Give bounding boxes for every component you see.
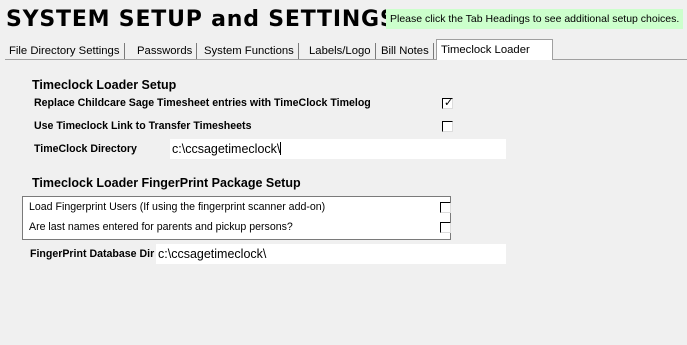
timeclock-directory-label: TimeClock Directory (34, 143, 137, 155)
last-names-checkbox[interactable] (440, 222, 451, 233)
timeclock-directory-value: c:\ccsagetimeclock\ (172, 142, 281, 156)
tab-bill-notes[interactable]: Bill Notes (377, 43, 434, 60)
page-title: SYSTEM SETUP and SETTINGS (6, 7, 397, 32)
fingerprint-setup-heading: Timeclock Loader FingerPrint Package Set… (32, 176, 301, 190)
load-fingerprint-users-label: Load Fingerprint Users (If using the fin… (29, 201, 326, 213)
tab-passwords[interactable]: Passwords (133, 43, 198, 60)
last-names-label: Are last names entered for parents and p… (29, 221, 293, 233)
text-caret (280, 142, 282, 155)
tab-timeclock-loader[interactable]: Timeclock Loader (436, 39, 553, 60)
checkmark-icon: ✓ (444, 97, 454, 109)
replace-entries-checkbox[interactable]: ✓ (442, 97, 454, 109)
load-fingerprint-users-checkbox[interactable] (440, 202, 451, 213)
settings-tab-strip: File Directory Settings Passwords System… (5, 39, 687, 60)
fingerprint-db-dir-input[interactable]: c:\ccsagetimeclock\ (156, 244, 506, 264)
tab-file-directory-settings[interactable]: File Directory Settings (5, 43, 125, 60)
tab-hint-banner: Please click the Tab Headings to see add… (386, 9, 683, 29)
fingerprint-db-dir-value: c:\ccsagetimeclock\ (158, 247, 267, 261)
timeclock-directory-input[interactable]: c:\ccsagetimeclock\ (170, 139, 506, 159)
use-link-label: Use Timeclock Link to Transfer Timesheet… (34, 120, 252, 132)
replace-entries-label: Replace Childcare Sage Timesheet entries… (34, 97, 371, 109)
tab-labels-logo[interactable]: Labels/Logo (305, 43, 376, 60)
timeclock-setup-heading: Timeclock Loader Setup (32, 78, 177, 92)
fingerprint-db-dir-label: FingerPrint Database Dir (30, 248, 155, 260)
tab-system-functions[interactable]: System Functions (200, 43, 299, 60)
use-link-checkbox[interactable] (442, 121, 453, 132)
tab-strip-divider (552, 59, 687, 60)
